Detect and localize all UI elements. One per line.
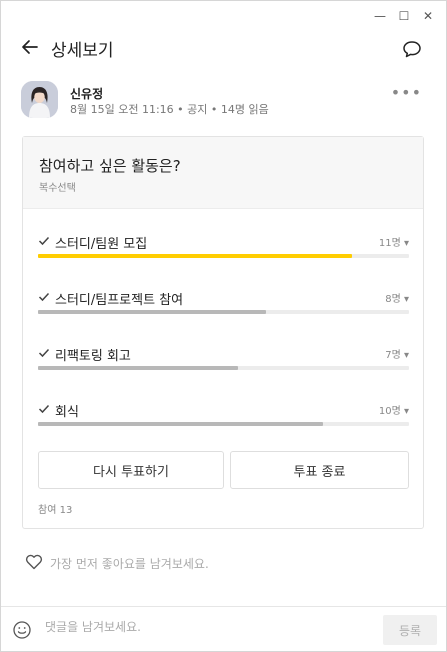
comment-input[interactable]: [45, 620, 365, 634]
poll-option[interactable]: 스터디/팀프로젝트 참여 8명 ▾: [38, 289, 409, 319]
back-arrow-icon[interactable]: [19, 36, 41, 58]
more-options-icon[interactable]: •••: [391, 83, 422, 102]
participant-count[interactable]: 참여 13: [38, 501, 72, 516]
comment-bubble-icon[interactable]: [402, 39, 422, 59]
header: 상세보기: [1, 31, 446, 65]
poll-option[interactable]: 회식 10명 ▾: [38, 401, 409, 431]
poll-option-count[interactable]: 7명 ▾: [385, 346, 409, 361]
check-icon: [38, 348, 50, 358]
minimize-icon[interactable]: —: [368, 7, 392, 25]
maximize-icon[interactable]: ☐: [392, 7, 416, 25]
revote-button[interactable]: 다시 투표하기: [38, 451, 224, 489]
poll-option-label: 회식: [55, 405, 79, 420]
window-controls: — ☐ ✕: [368, 7, 440, 25]
poll-header: 참여하고 싶은 활동은? 복수선택: [23, 137, 423, 209]
poll-option-fill: [38, 310, 267, 314]
end-poll-button[interactable]: 투표 종료: [230, 451, 409, 489]
poll-option-label: 스터디/팀원 모집: [55, 237, 148, 252]
poll-question: 참여하고 싶은 활동은?: [39, 157, 181, 175]
submit-comment-button[interactable]: 등록: [383, 615, 437, 645]
page-title: 상세보기: [51, 41, 114, 61]
check-icon: [38, 404, 50, 414]
poll-option-fill: [38, 366, 238, 370]
emoji-icon[interactable]: [12, 620, 32, 640]
like-prompt: 가장 먼저 좋아요를 남겨보세요.: [50, 557, 209, 571]
poll-type-label: 복수선택: [39, 183, 76, 194]
post-author-row: 신유정 8월 15일 오전 11:16 • 공지 • 14명 읽음 •••: [21, 79, 428, 121]
poll-option-count[interactable]: 10명 ▾: [379, 402, 409, 417]
poll-option[interactable]: 스터디/팀원 모집 11명 ▾: [38, 233, 409, 263]
poll-option-bar: [38, 310, 409, 314]
poll-option-count[interactable]: 8명 ▾: [385, 290, 409, 305]
avatar[interactable]: [21, 81, 58, 118]
poll-option-label: 리팩토링 회고: [55, 349, 131, 364]
heart-icon[interactable]: [25, 553, 43, 571]
poll-card: 참여하고 싶은 활동은? 복수선택 스터디/팀원 모집 11명 ▾ 스터디/팀프…: [22, 136, 424, 529]
poll-option-bar: [38, 422, 409, 426]
check-icon: [38, 292, 50, 302]
poll-option-label: 스터디/팀프로젝트 참여: [55, 293, 184, 308]
poll-option-fill: [38, 422, 324, 426]
poll-option-bar: [38, 366, 409, 370]
author-name[interactable]: 신유정: [70, 85, 103, 102]
close-icon[interactable]: ✕: [416, 7, 440, 25]
poll-option[interactable]: 리팩토링 회고 7명 ▾: [38, 345, 409, 375]
post-meta: 8월 15일 오전 11:16 • 공지 • 14명 읽음: [70, 103, 269, 116]
app-window: — ☐ ✕ 상세보기 신유정 8월 15일 오전 11:16 • 공지 • 14…: [0, 0, 447, 652]
poll-option-bar: [38, 254, 409, 258]
check-icon: [38, 236, 50, 246]
comment-bar: 등록: [1, 606, 446, 652]
poll-option-count[interactable]: 11명 ▾: [379, 234, 409, 249]
poll-option-fill: [38, 254, 352, 258]
